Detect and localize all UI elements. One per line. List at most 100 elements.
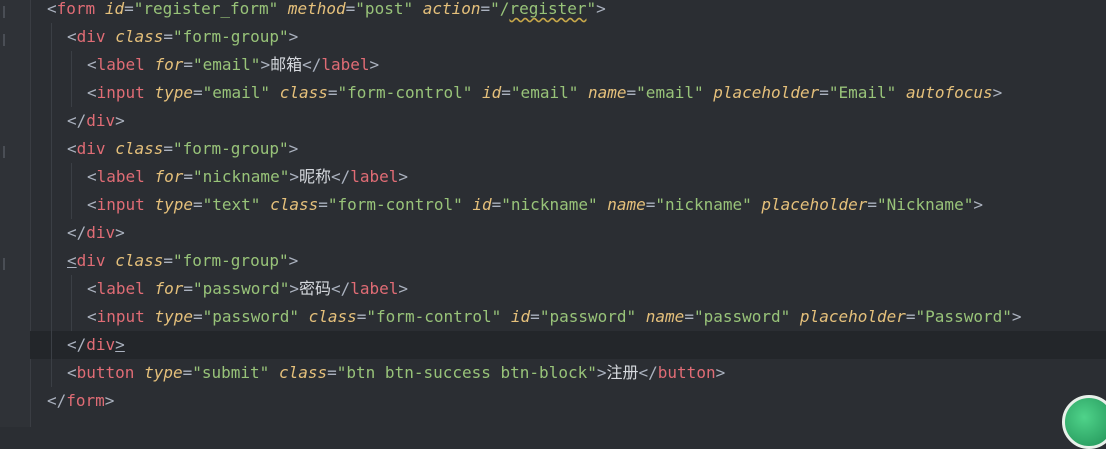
code-text: <div class="form-group">	[67, 247, 298, 275]
code-token: "email"	[193, 55, 261, 74]
code-token: </	[330, 279, 351, 298]
code-token: 密码	[298, 279, 331, 298]
code-text: <div class="form-group">	[67, 135, 298, 163]
code-token: =	[183, 279, 193, 298]
indent-guide	[71, 51, 72, 79]
code-token: <	[87, 195, 97, 214]
code-token: <	[87, 167, 97, 186]
code-token: <	[87, 55, 97, 74]
code-token: 注册	[606, 363, 639, 382]
code-token: 邮箱	[270, 55, 303, 74]
code-token: "Password"	[915, 307, 1012, 326]
code-token: >	[115, 223, 125, 242]
code-token: =	[501, 83, 511, 102]
code-token: label	[96, 55, 145, 74]
code-line[interactable]: </form>	[30, 387, 1106, 415]
code-token: class	[278, 363, 328, 382]
code-line[interactable]: <label for="password">密码</label>	[30, 275, 1106, 303]
code-token: <	[67, 139, 77, 158]
indent-guide	[71, 79, 72, 107]
fold-icon[interactable]	[3, 258, 13, 270]
code-token: =	[182, 363, 193, 382]
code-line[interactable]: <label for="nickname">昵称</label>	[30, 163, 1106, 191]
code-line[interactable]: <div class="form-group">	[30, 135, 1106, 163]
code-line[interactable]: <div class="form-group">	[30, 23, 1106, 51]
code-token: id	[482, 83, 502, 102]
code-token: <	[67, 27, 77, 46]
code-token: class	[279, 83, 328, 102]
code-token: type	[144, 363, 183, 382]
fold-icon[interactable]	[3, 146, 13, 158]
code-token: "nickname"	[655, 195, 752, 214]
indent-guide	[71, 275, 72, 303]
code-text: </div>	[67, 219, 125, 247]
code-token: >	[596, 363, 607, 382]
code-token: input	[96, 307, 145, 326]
code-token: =	[867, 195, 877, 214]
code-token: register	[509, 0, 587, 18]
code-line[interactable]: </div>	[30, 331, 1106, 359]
code-token: class	[270, 195, 319, 214]
code-token: =	[183, 167, 193, 186]
code-token: >	[115, 111, 125, 130]
code-token: >	[104, 391, 115, 410]
indent-guide	[71, 163, 72, 191]
code-token: name	[588, 83, 627, 102]
indent-guide	[51, 331, 52, 359]
code-token: "form-control"	[337, 83, 473, 102]
code-token: "password"	[693, 307, 791, 326]
code-token: >	[596, 0, 606, 18]
code-token: <	[47, 0, 57, 18]
code-line[interactable]: </div>	[30, 219, 1106, 247]
assistant-badge-icon[interactable]	[1062, 395, 1106, 449]
code-token: div	[86, 223, 116, 242]
code-token: div	[86, 111, 116, 130]
code-line[interactable]: <form id="register_form" method="post" a…	[30, 0, 1106, 23]
code-token: div	[86, 335, 116, 354]
fold-icon[interactable]	[3, 6, 13, 18]
code-line[interactable]: <input type="text" class="form-control" …	[30, 191, 1106, 219]
code-editor[interactable]: </form> <button type="submit" class="btn …	[30, 0, 1106, 449]
fold-icon[interactable]	[3, 34, 13, 46]
code-token: type	[154, 307, 193, 326]
code-token: placeholder	[799, 307, 906, 326]
code-token: "password"	[202, 307, 299, 326]
code-token: >	[115, 335, 125, 354]
code-line[interactable]: <input type="password" class="form-contr…	[30, 303, 1106, 331]
code-line[interactable]: </div>	[30, 107, 1106, 135]
code-token: =	[530, 307, 540, 326]
code-token: class	[115, 139, 164, 158]
code-token: =	[163, 27, 173, 46]
code-line[interactable]: <button type="submit" class="btn btn-suc…	[30, 359, 1106, 387]
code-token: =	[192, 195, 203, 214]
code-token: =	[480, 0, 491, 18]
code-token: "submit"	[192, 363, 270, 382]
code-text: <button type="submit" class="btn btn-suc…	[67, 359, 725, 387]
code-token: =	[318, 195, 328, 214]
code-token: placeholder	[713, 83, 820, 102]
code-token: </	[302, 55, 322, 74]
code-token: >	[289, 279, 299, 298]
code-token: </	[638, 363, 658, 382]
code-token: for	[154, 279, 184, 298]
code-token: >	[288, 251, 299, 270]
indent-guide	[51, 79, 52, 107]
code-token: </	[67, 335, 87, 354]
code-line[interactable]: <input type="email" class="form-control"…	[30, 79, 1106, 107]
code-token: >	[715, 363, 726, 382]
code-token: =	[183, 55, 193, 74]
code-line[interactable]: <div class="form-group">	[30, 247, 1106, 275]
code-text: <input type="text" class="form-control" …	[87, 191, 983, 219]
code-line[interactable]: <label for="email">邮箱</label>	[30, 51, 1106, 79]
code-token: div	[76, 139, 106, 158]
code-token: label	[321, 55, 370, 74]
